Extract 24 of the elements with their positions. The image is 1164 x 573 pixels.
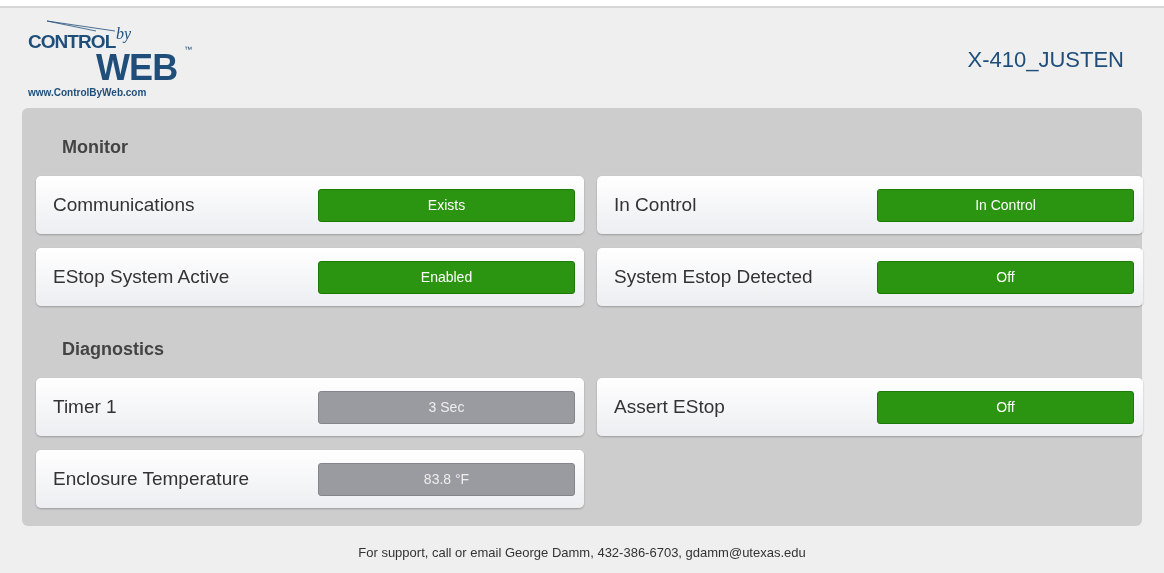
- logo-text: WEB: [96, 50, 178, 86]
- status-label: Communications: [53, 192, 195, 217]
- status-label: Timer 1: [53, 394, 117, 419]
- status-indicator: Enabled: [318, 260, 575, 294]
- logo-text: CONTROL: [28, 32, 116, 51]
- status-label: Assert EStop: [614, 394, 725, 419]
- status-indicator: In Control: [877, 188, 1134, 222]
- logo-lines-icon: [46, 20, 116, 32]
- support-text: For support, call or email George Damm, 432-386-6703, gdamm@utexas.edu: [357, 544, 807, 562]
- trademark: ™: [184, 44, 192, 56]
- logo-text: by: [116, 26, 132, 42]
- status-indicator: Off: [877, 260, 1134, 294]
- reading-display: 3 Sec: [318, 390, 575, 424]
- status-indicator: Exists: [318, 188, 575, 222]
- section-title: Monitor: [61, 136, 129, 159]
- status-label: System Estop Detected: [614, 264, 813, 289]
- status-label: In Control: [614, 192, 697, 217]
- status-label: Enclosure Temperature: [53, 466, 250, 491]
- reading-display: 83.8 °F: [318, 462, 575, 496]
- logo-url: www.ControlByWeb.com: [28, 86, 147, 100]
- section-title: Diagnostics: [61, 338, 166, 361]
- status-label: EStop System Active: [53, 264, 230, 289]
- status-indicator: Off: [877, 390, 1134, 424]
- device-name: X-410_JUSTEN: [967, 46, 1124, 74]
